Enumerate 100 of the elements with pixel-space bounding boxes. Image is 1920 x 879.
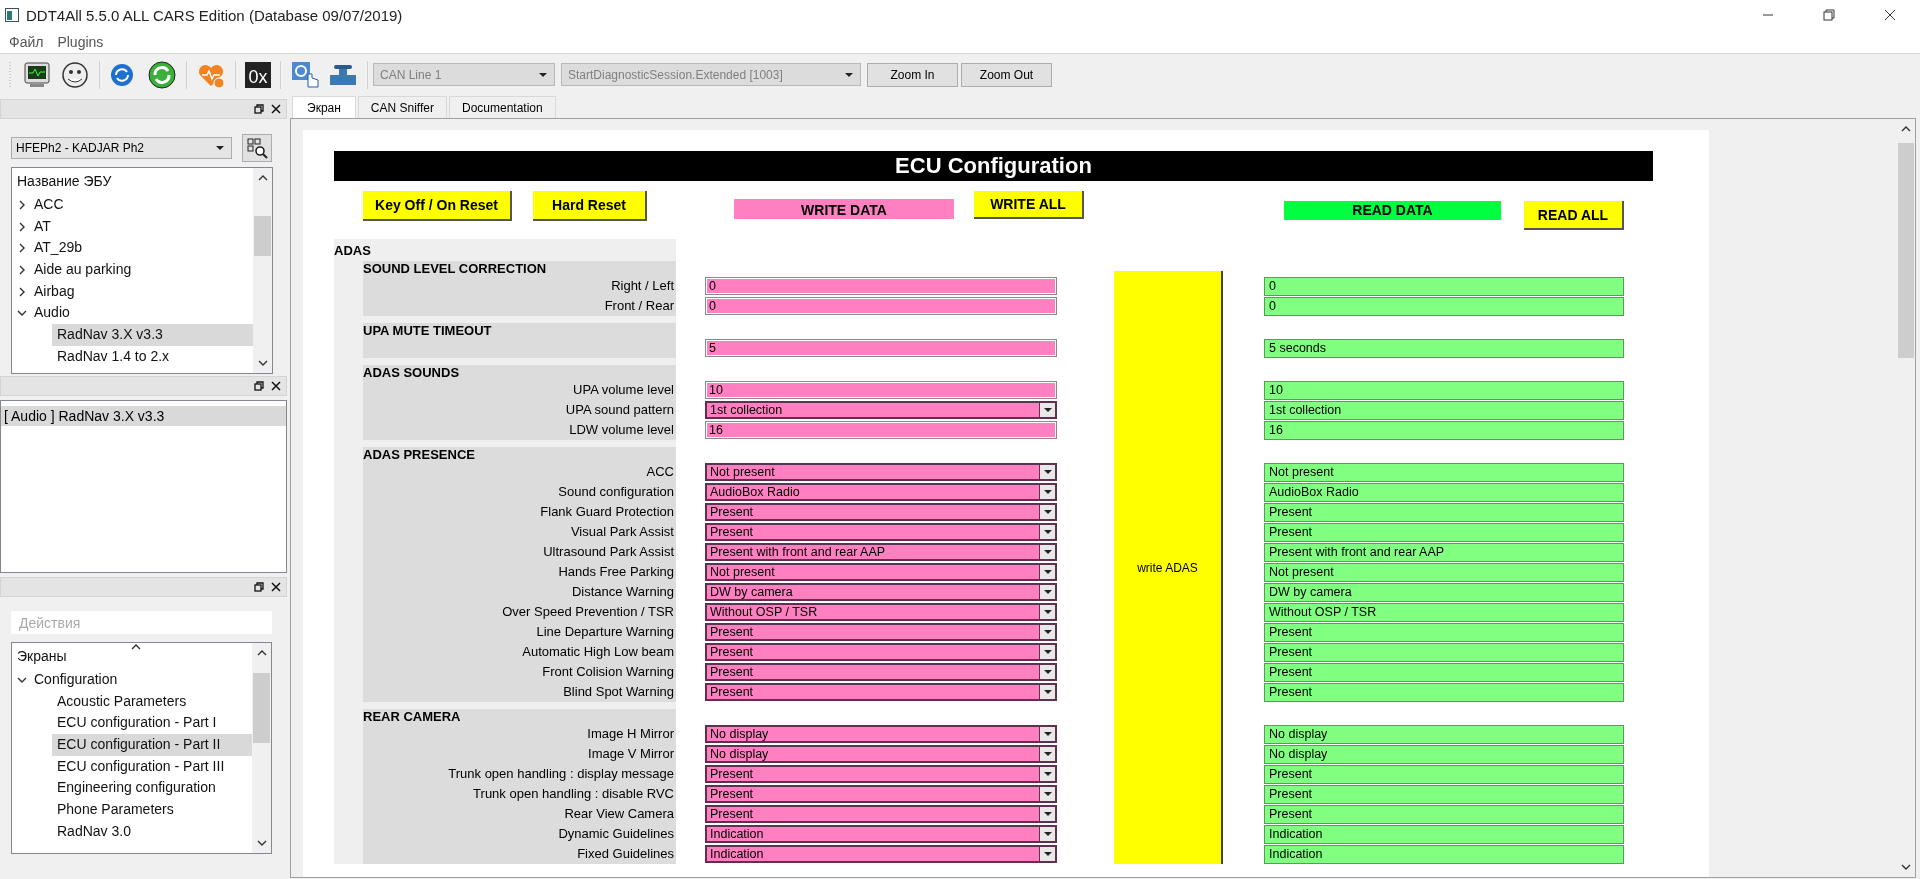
caret-icon [1042, 509, 1053, 515]
tree-item[interactable]: ECU configuration - Part II [52, 734, 252, 756]
gear-hand-icon[interactable] [290, 59, 320, 90]
input-field[interactable]: 0 [705, 277, 1057, 295]
dropdown[interactable]: Present [705, 643, 1057, 661]
tree-item[interactable]: Acoustic Parameters [52, 690, 252, 713]
dropdown[interactable]: DW by camera [705, 583, 1057, 601]
tree-item[interactable]: RadNav 3.0 [52, 820, 252, 843]
tree-item[interactable]: Configuration [12, 669, 252, 691]
read-all-button[interactable]: READ ALL [1524, 201, 1624, 230]
dropdown[interactable]: Present with front and rear AAP [705, 543, 1057, 561]
write-group-button[interactable]: write ADAS [1114, 271, 1223, 864]
value-field: Present [1264, 764, 1624, 784]
dropdown[interactable]: AudioBox Radio [705, 483, 1057, 501]
dropdown[interactable]: Present [705, 623, 1057, 641]
dropdown[interactable]: No display [705, 745, 1057, 763]
dropdown[interactable]: Indication [705, 845, 1057, 863]
field-label: Dynamic Guidelines [363, 824, 676, 844]
field-label: Over Speed Prevention / TSR [363, 602, 676, 622]
close-icon[interactable] [271, 582, 281, 592]
dropdown[interactable]: Without OSP / TSR [705, 603, 1057, 621]
tree-item[interactable]: Airbag [12, 280, 253, 303]
scan-button[interactable] [242, 134, 272, 162]
value-field: Without OSP / TSR [1264, 602, 1624, 622]
tab[interactable]: Documentation [449, 96, 556, 118]
tab[interactable]: Экран [292, 96, 356, 118]
zoom-button[interactable]: Zoom In [867, 62, 958, 87]
menu-item[interactable]: Файл [2, 33, 51, 50]
field-label: Trunk open handling : display message [363, 764, 676, 784]
input-field[interactable]: 16 [705, 421, 1057, 439]
key-reset-button[interactable]: Key Off / On Reset [363, 191, 512, 221]
value-field: 0 [1264, 296, 1624, 316]
write-all-button[interactable]: WRITE ALL [974, 191, 1084, 219]
scroll-thumb[interactable] [254, 216, 271, 256]
hard-reset-button[interactable]: Hard Reset [533, 191, 647, 221]
field-label: Image V Mirror [363, 744, 676, 764]
dropdown[interactable]: Present [705, 663, 1057, 681]
field-label: Front / Rear [363, 296, 676, 316]
toolbar-grip[interactable] [8, 59, 12, 90]
tree-item[interactable]: AT [12, 215, 253, 238]
scroll-thumb[interactable] [253, 673, 270, 743]
float-icon[interactable] [254, 381, 264, 391]
dropdown[interactable]: Present [705, 785, 1057, 803]
caret-icon [1042, 549, 1053, 555]
tree-item[interactable]: Audio [12, 302, 253, 325]
field-label: Sound configuration [363, 482, 676, 502]
float-icon[interactable] [254, 104, 264, 114]
zoom-button[interactable]: Zoom Out [961, 62, 1052, 87]
monitor-icon[interactable] [22, 59, 52, 90]
dropdown[interactable]: Present [705, 805, 1057, 823]
tree-item[interactable]: Engineering configuration [52, 777, 252, 800]
field-label: Ultrasound Park Assist [363, 542, 676, 562]
section-title: REAR CAMERA [363, 709, 676, 724]
tree-item[interactable]: Phone Parameters [52, 799, 252, 821]
filter-field[interactable]: Действия [11, 611, 272, 634]
tab[interactable]: CAN Sniffer [357, 96, 447, 118]
caret-icon [1042, 791, 1053, 797]
tree-item[interactable]: AT_29b [12, 237, 253, 260]
dropdown[interactable]: Present [705, 503, 1057, 521]
ecu-dropdown[interactable]: HFEPh2 - KADJAR Ph2 [11, 137, 232, 159]
close-icon[interactable] [1883, 9, 1896, 21]
sync-icon[interactable] [147, 59, 177, 90]
dropdown[interactable]: No display [705, 725, 1057, 743]
hex-button[interactable]: 0x [245, 61, 271, 88]
caret-icon [1042, 851, 1053, 857]
tree-item[interactable]: RadNav 3.X v3.3 [52, 324, 253, 346]
section-title: UPA MUTE TIMEOUT [363, 323, 676, 338]
dropdown[interactable]: Not present [705, 463, 1057, 481]
scroll-thumb[interactable] [1898, 143, 1914, 358]
caret-icon [1042, 569, 1053, 575]
dropdown[interactable]: Present [705, 683, 1057, 701]
value-field: Present [1264, 784, 1624, 804]
list-item[interactable]: [ Audio ] RadNav 3.X v3.3 [1, 406, 286, 426]
write-data-label: WRITE DATA [734, 199, 954, 219]
restore-icon[interactable] [1822, 9, 1835, 21]
close-icon[interactable] [271, 381, 281, 391]
value-field: Present [1264, 642, 1624, 662]
dropdown[interactable]: Present [705, 523, 1057, 541]
value-field: No display [1264, 744, 1624, 764]
dropdown[interactable]: Present [705, 765, 1057, 783]
tree-item[interactable]: ECU configuration - Part I [52, 712, 252, 735]
tree-item[interactable]: ACC [12, 194, 253, 216]
dropdown[interactable]: Indication [705, 825, 1057, 843]
scrollbar[interactable] [252, 643, 271, 853]
input-field[interactable]: 10 [705, 381, 1057, 399]
round-face-icon[interactable] [60, 59, 90, 90]
close-icon[interactable] [271, 104, 281, 114]
group-label: ADAS [334, 242, 371, 258]
dropdown[interactable]: Not present [705, 563, 1057, 581]
menu-item[interactable]: Plugins [50, 33, 111, 50]
tree-item[interactable]: ECU configuration - Part III [52, 755, 252, 778]
input-field[interactable]: 0 [705, 297, 1057, 315]
value-field: Present with front and rear AAP [1264, 542, 1624, 562]
scrollbar[interactable] [253, 168, 272, 373]
field-label: Rear View Camera [363, 804, 676, 824]
dropdown[interactable]: 1st collection [705, 401, 1057, 419]
input-field[interactable]: 5 [705, 339, 1057, 357]
float-icon[interactable] [254, 582, 264, 592]
tree-item[interactable]: Aide au parking [12, 259, 253, 281]
tree-item[interactable]: RadNav 1.4 to 2.x [52, 345, 253, 368]
